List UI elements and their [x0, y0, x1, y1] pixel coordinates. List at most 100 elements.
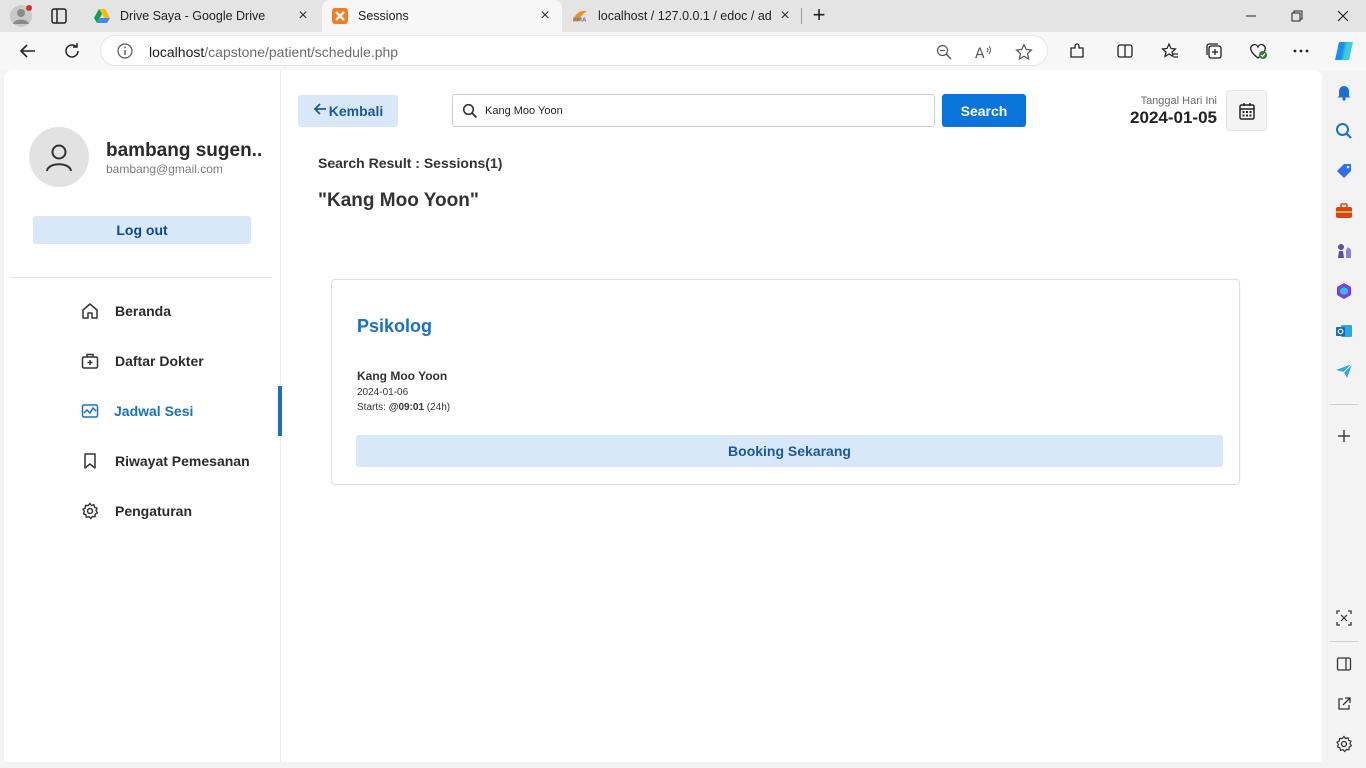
- sidebar-item-pengaturan[interactable]: Pengaturan: [4, 486, 281, 536]
- avatar: [29, 127, 89, 187]
- schedule-icon: [80, 401, 100, 421]
- session-start-time: @09:01: [388, 402, 425, 413]
- sidebar-item-label: Jadwal Sesi: [114, 403, 194, 419]
- url-text[interactable]: localhost/capstone/patient/schedule.php: [149, 44, 398, 60]
- user-icon: [46, 144, 72, 172]
- open-external-icon[interactable]: [1334, 694, 1354, 714]
- shopping-tag-icon[interactable]: [1334, 161, 1354, 181]
- games-chess-icon[interactable]: [1334, 241, 1354, 261]
- gear-icon: [80, 501, 100, 521]
- add-sidebar-app-icon[interactable]: [1334, 426, 1354, 446]
- search-input[interactable]: [485, 102, 925, 120]
- calendar-icon: [1238, 102, 1255, 120]
- favorites-icon[interactable]: [1159, 40, 1181, 62]
- search-query-display: "Kang Moo Yoon": [318, 190, 479, 211]
- back-arrow-icon[interactable]: [17, 40, 39, 62]
- sidebar-item-riwayat-pemesanan[interactable]: Riwayat Pemesanan: [4, 436, 281, 486]
- edge-sidebar: [1322, 70, 1366, 768]
- split-screen-icon[interactable]: [1114, 40, 1136, 62]
- outlook-icon[interactable]: [1334, 321, 1354, 341]
- sidebar-item-beranda[interactable]: Beranda: [4, 286, 281, 336]
- page-viewport: bambang sugen.. bambang@gmail.com Log ou…: [4, 70, 1322, 762]
- collections-icon[interactable]: [1203, 40, 1225, 62]
- url-path: /capstone/patient/schedule.php: [204, 44, 399, 60]
- screenshot-icon[interactable]: [1334, 608, 1354, 628]
- google-drive-icon: [94, 8, 110, 24]
- new-tab-icon[interactable]: +: [809, 4, 829, 26]
- sidebar-item-label: Riwayat Pemesanan: [115, 453, 250, 469]
- site-info-icon[interactable]: [117, 43, 133, 59]
- minimize-icon[interactable]: [1228, 0, 1274, 32]
- sidebar-layout-icon[interactable]: [1334, 654, 1354, 674]
- browser-essentials-icon[interactable]: [1247, 40, 1269, 62]
- close-tab-icon[interactable]: ×: [778, 8, 792, 24]
- today-date-label: Tanggal Hari Ini: [1140, 95, 1217, 107]
- back-button-label: Kembali: [328, 103, 384, 119]
- search-field[interactable]: [452, 94, 935, 127]
- session-date: 2024-01-06: [357, 387, 409, 398]
- tab-google-drive[interactable]: Drive Saya - Google Drive ×: [84, 0, 320, 32]
- session-start-suffix: (24h): [424, 402, 451, 413]
- search-button[interactable]: Search: [942, 94, 1026, 127]
- svg-text:PMA: PMA: [573, 17, 587, 23]
- session-doctor: Kang Moo Yoon: [357, 369, 448, 383]
- tab-title: Sessions: [358, 9, 409, 23]
- calendar-button[interactable]: [1226, 90, 1267, 131]
- profile-avatar-icon[interactable]: [10, 5, 32, 27]
- phpmyadmin-icon: PMA: [572, 8, 588, 24]
- search-icon[interactable]: [1334, 121, 1354, 141]
- sidebar-item-daftar-dokter[interactable]: Daftar Dokter: [4, 336, 281, 386]
- sidebar-settings-icon[interactable]: [1334, 734, 1354, 754]
- booking-button[interactable]: Booking Sekarang: [356, 435, 1223, 467]
- tab-sessions[interactable]: Sessions ×: [322, 0, 562, 32]
- workspaces-icon[interactable]: [50, 7, 68, 25]
- tools-briefcase-icon[interactable]: [1334, 201, 1354, 221]
- profile-email: bambang@gmail.com: [106, 162, 223, 176]
- sidebar-item-label: Pengaturan: [115, 503, 193, 519]
- restore-icon[interactable]: [1274, 0, 1320, 32]
- tab-phpmyadmin[interactable]: PMA localhost / 127.0.0.1 / edoc / admin…: [564, 0, 800, 32]
- tab-title: Drive Saya - Google Drive: [120, 9, 266, 23]
- notification-bell-icon[interactable]: [1334, 82, 1354, 102]
- profile-name: bambang sugen..: [106, 140, 263, 161]
- more-options-icon[interactable]: [1290, 40, 1312, 62]
- browser-tab-strip: Drive Saya - Google Drive × Sessions × P…: [0, 0, 1366, 32]
- close-tab-icon[interactable]: ×: [296, 8, 310, 24]
- zoom-out-icon[interactable]: [935, 43, 953, 61]
- address-bar[interactable]: localhost/capstone/patient/schedule.php …: [100, 35, 1048, 66]
- extensions-icon[interactable]: [1066, 40, 1088, 62]
- refresh-icon[interactable]: [61, 40, 83, 62]
- sidebar-separator: [1330, 641, 1358, 642]
- back-button[interactable]: Kembali: [298, 95, 398, 127]
- read-aloud-icon[interactable]: A: [975, 43, 993, 61]
- tab-separator: [801, 8, 802, 24]
- arrow-left-icon: [313, 102, 327, 121]
- url-host: localhost: [149, 44, 205, 60]
- search-icon: [462, 103, 478, 119]
- favorite-star-icon[interactable]: [1015, 43, 1033, 61]
- sidebar-menu: bambang sugen.. bambang@gmail.com Log ou…: [4, 70, 282, 762]
- svg-text:A: A: [975, 46, 985, 60]
- microsoft-365-icon[interactable]: [1334, 281, 1354, 301]
- session-start-prefix: Starts:: [357, 402, 389, 413]
- search-result-heading: Search Result : Sessions(1): [318, 155, 503, 171]
- copilot-icon[interactable]: [1332, 39, 1356, 63]
- menu-divider: [11, 277, 272, 278]
- logout-button[interactable]: Log out: [33, 216, 251, 244]
- tab-title: localhost / 127.0.0.1 / edoc / admin: [598, 9, 772, 23]
- drop-send-icon[interactable]: [1334, 361, 1354, 381]
- session-start: Starts: @09:01 (24h): [357, 402, 450, 413]
- close-window-icon[interactable]: [1320, 0, 1366, 32]
- today-date-value: 2024-01-05: [1130, 108, 1217, 127]
- home-icon: [80, 301, 100, 321]
- sidebar-item-label: Daftar Dokter: [115, 353, 204, 369]
- session-title: Psikolog: [357, 316, 433, 336]
- sidebar-item-jadwal-sesi[interactable]: Jadwal Sesi: [4, 386, 282, 436]
- session-card: Psikolog Kang Moo Yoon 2024-01-06 Starts…: [331, 279, 1240, 485]
- bookmark-icon: [80, 451, 100, 471]
- sidebar-item-label: Beranda: [115, 303, 172, 319]
- xampp-icon: [332, 8, 348, 24]
- close-tab-icon[interactable]: ×: [538, 8, 552, 24]
- medical-bag-icon: [80, 351, 100, 371]
- browser-toolbar: localhost/capstone/patient/schedule.php …: [0, 32, 1366, 70]
